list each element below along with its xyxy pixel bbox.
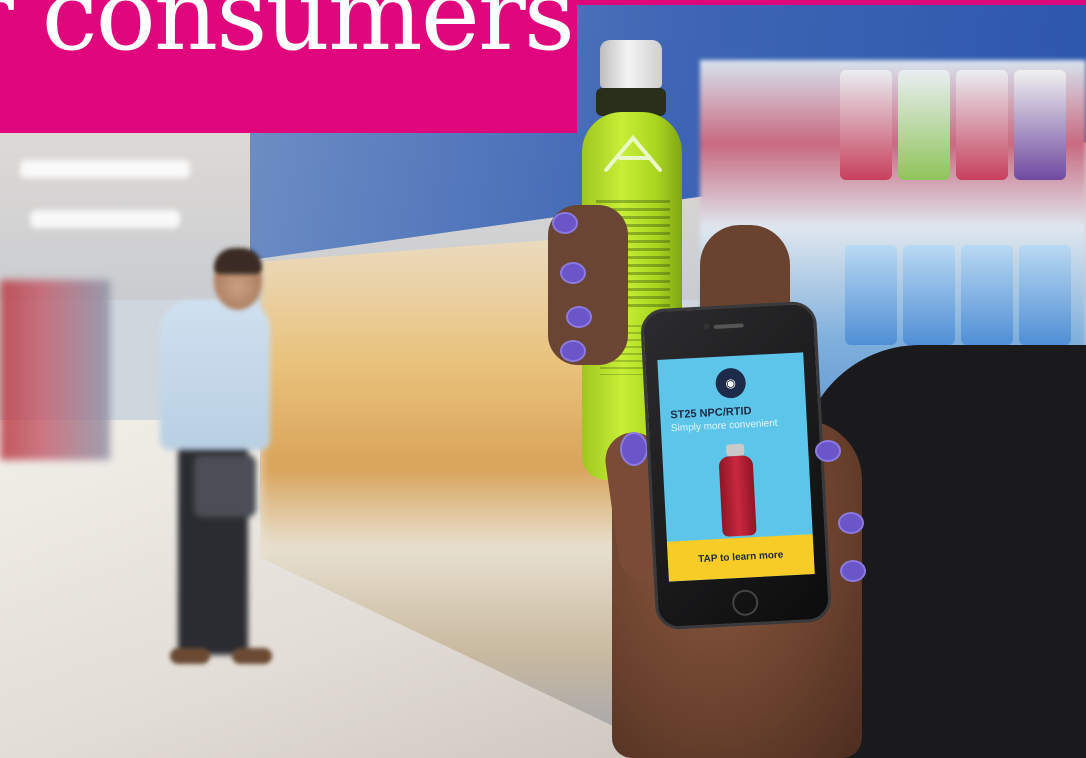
supermarket-scene: ◉ ST25 NPC/RTID Simply more convenient T… (0, 0, 1086, 758)
shopper-shoe (170, 648, 210, 664)
fingernail (840, 560, 866, 582)
fingernail (560, 262, 586, 284)
phone-screen: ◉ ST25 NPC/RTID Simply more convenient T… (657, 352, 815, 582)
shopper-hair (214, 248, 262, 274)
header-banner: r consumers (0, 0, 577, 133)
fingernail (552, 212, 578, 234)
shopper-torso (160, 300, 270, 450)
banner-strip (577, 0, 1086, 5)
shopping-basket-icon (194, 455, 256, 517)
red-bottle-icon (718, 443, 757, 537)
product-row (845, 245, 1071, 345)
smartphone: ◉ ST25 NPC/RTID Simply more convenient T… (639, 300, 833, 631)
home-button[interactable] (731, 589, 759, 617)
ceiling-light (20, 160, 190, 178)
left-shelf (0, 280, 110, 460)
phone-speaker (713, 323, 744, 329)
shopper-shoe (232, 648, 272, 664)
banner-title: r consumers (0, 0, 575, 73)
bottle-cap (600, 40, 662, 88)
fingernail (566, 306, 592, 328)
learn-more-button[interactable]: TAP to learn more (666, 534, 815, 582)
bottle-logo-icon (604, 134, 662, 172)
fingernail (815, 440, 841, 462)
phone-camera (703, 323, 710, 330)
product-row (840, 70, 1066, 180)
fingernail (838, 512, 864, 534)
bottle-scan-logo-icon: ◉ (714, 367, 747, 399)
fingernail (620, 432, 648, 466)
ceiling-light (30, 210, 180, 228)
fingernail (560, 340, 586, 362)
